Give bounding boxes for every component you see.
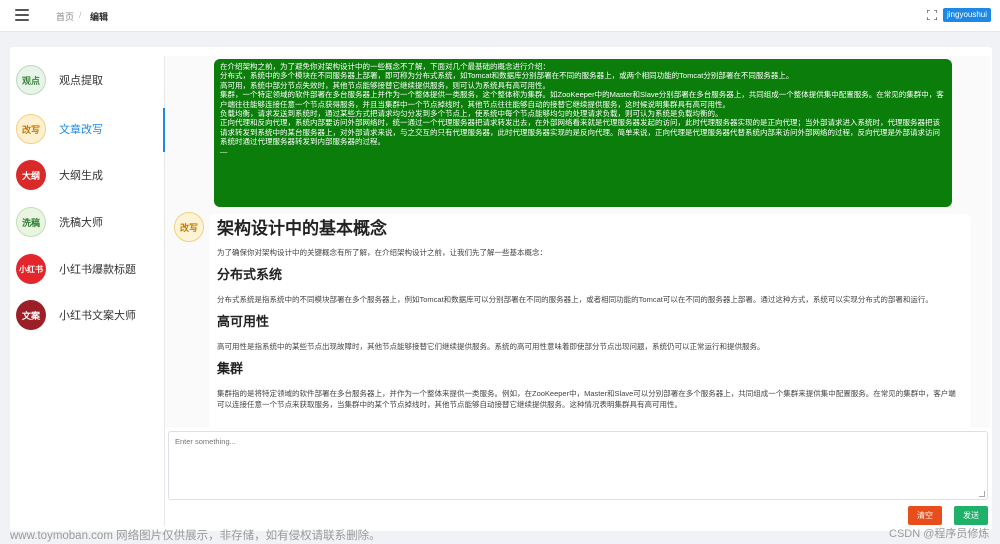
user-message-line: 分布式，系统中的多个模块在不同服务器上部署，即可称为分布式系统，如Tomcat和… (220, 71, 794, 81)
sidebar-item-article-rewrite[interactable]: 改写 文章改写 (16, 111, 162, 147)
section-heading: 高可用性 (217, 314, 270, 329)
sidebar-item-outline-gen[interactable]: 大纲 大纲生成 (16, 157, 162, 193)
user-message-line: 高可用，系统中部分节点失效时，其他节点能够接替它继续提供服务，则可认为系统具有高… (220, 80, 550, 90)
user-message-line: 集群，一个特定领域的软件部署在多台服务器上并作为一个整体提供一类服务，这个整体称… (220, 90, 944, 109)
user-name-badge[interactable]: jingyoushui (943, 8, 992, 22)
message-input[interactable] (169, 432, 987, 499)
section-heading: 集群 (217, 361, 244, 376)
clear-button[interactable]: 清空 (908, 506, 942, 525)
section-heading: 分布式系统 (217, 267, 283, 282)
breadcrumb-current: 编辑 (90, 12, 109, 22)
chat-area[interactable]: 在介绍架构之前，为了避免你对架构设计中的一些概念不了解，下面对几个最基础的概念进… (165, 56, 990, 428)
resize-handle-icon[interactable] (979, 491, 985, 497)
section-body: 集群指的是将特定领域的软件部署在多台服务器上，并作为一个整体来提供一类服务。例如… (217, 389, 956, 409)
outline-gen-logo-icon: 大纲 (16, 160, 46, 190)
top-bar: 首页 / 编辑 jingyoushui (0, 0, 1000, 32)
sidebar-item-label: 观点提取 (59, 75, 103, 87)
article-rewrite-logo-icon: 改写 (16, 114, 46, 144)
bot-avatar: 改写 (174, 212, 204, 242)
rewrite-master-logo-icon: 洗稿 (16, 207, 46, 237)
user-message-line: 在介绍架构之前，为了避免你对架构设计中的一些概念不了解，下面对几个最基础的概念进… (220, 62, 550, 71)
breadcrumb-home[interactable]: 首页 (56, 10, 74, 23)
sidebar-item-label: 大纲生成 (59, 170, 103, 182)
sidebar-item-label: 洗稿大师 (59, 217, 103, 229)
menu-toggle-icon[interactable] (15, 9, 29, 21)
user-message-line: — (220, 146, 228, 156)
site-watermark: www.toymoban.com 网络图片仅供展示，非存储，如有侵权请联系删除。 (10, 530, 381, 542)
sidebar-item-rewrite-master[interactable]: 洗稿 洗稿大师 (16, 204, 162, 240)
csdn-watermark: CSDN @程序员修炼 (889, 528, 990, 540)
sidebar-item-label: 小红书文案大师 (59, 310, 136, 322)
xiaohongshu-logo-icon: 小红书 (16, 254, 46, 284)
sidebar-item-xhs-title[interactable]: 小红书 小红书爆款标题 (16, 251, 162, 287)
section-body: 分布式系统是指系统中的不同模块部署在多个服务器上，例如Tomcat和数据库可以分… (217, 295, 933, 304)
breadcrumb-separator: / (79, 10, 82, 20)
user-message-bubble: 在介绍架构之前，为了避免你对架构设计中的一些概念不了解，下面对几个最基础的概念进… (214, 59, 952, 207)
sidebar-item-view-extract[interactable]: 观点 观点提取 (16, 62, 162, 98)
message-input-box[interactable] (168, 431, 988, 500)
send-button[interactable]: 发送 (954, 506, 988, 525)
xiaohongshu-copy-logo-icon: 文案 (16, 300, 46, 330)
bot-message-title: 架构设计中的基本概念 (217, 219, 387, 238)
bot-message-bubble: 架构设计中的基本概念 为了确保你对架构设计中的关键概念有所了解，在介绍架构设计之… (209, 214, 971, 428)
view-extract-logo-icon: 观点 (16, 65, 46, 95)
sidebar-item-xhs-copy[interactable]: 文案 小红书文案大师 (16, 297, 162, 333)
fullscreen-icon[interactable] (927, 10, 937, 20)
sidebar-item-label: 小红书爆款标题 (59, 264, 136, 276)
user-message-line: 正向代理和反向代理，系统内部要访问外部网络时，统一通过一个代理服务器把请求转发出… (220, 118, 940, 147)
sidebar-item-label: 文章改写 (59, 124, 103, 136)
bot-message-intro: 为了确保你对架构设计中的关键概念有所了解，在介绍架构设计之前，让我们先了解一些基… (217, 248, 547, 257)
section-body: 高可用性是指系统中的某些节点出现故障时，其他节点能够接替它们继续提供服务。系统的… (217, 342, 765, 351)
